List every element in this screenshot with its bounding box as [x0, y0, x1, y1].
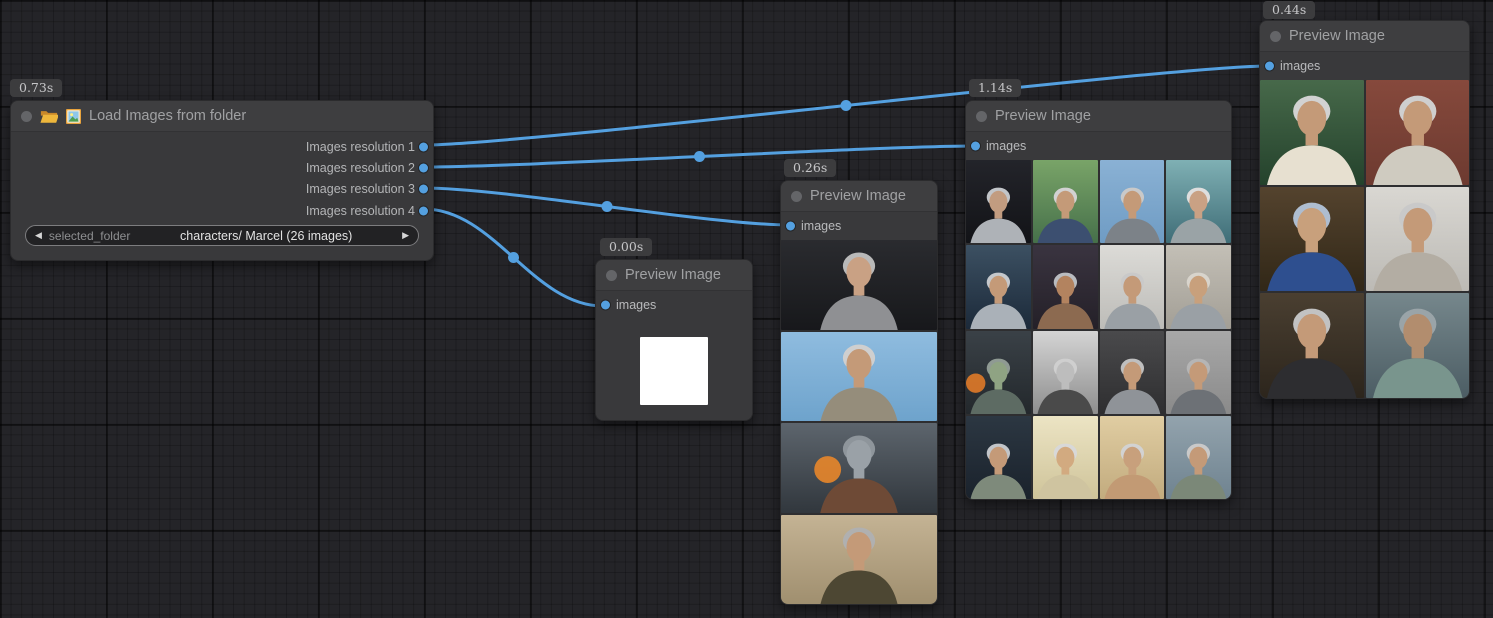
widget-value: characters/ Marcel (26 images) [130, 229, 402, 243]
output-label: Images resolution 3 [306, 182, 415, 196]
node-title-bar[interactable]: Preview Image [966, 101, 1231, 132]
widget-next-arrow[interactable]: ▶ [402, 231, 409, 240]
input-row-images: images [596, 291, 752, 319]
preview-thumbnails [596, 319, 752, 420]
preview-thumbnail [781, 423, 937, 513]
preview-thumbnail [966, 245, 1031, 328]
preview-thumbnail [781, 332, 937, 422]
link-resolution3 [424, 188, 790, 225]
link-resolution2 [424, 146, 975, 167]
preview-thumbnail [781, 240, 937, 330]
preview-thumbnail [966, 331, 1031, 414]
node-title: Preview Image [810, 188, 906, 204]
preview-thumbnail [1260, 187, 1364, 292]
output-row-resolution3: Images resolution 3 [11, 179, 433, 200]
input-socket-images[interactable] [971, 142, 980, 151]
collapse-dot[interactable] [21, 111, 32, 122]
node-preview-image-4[interactable]: Preview Image images [1259, 20, 1470, 399]
preview-thumbnail [966, 416, 1031, 499]
collapse-dot[interactable] [791, 191, 802, 202]
selected-folder-widget[interactable]: ◀ selected_folder characters/ Marcel (26… [25, 225, 419, 246]
node-preview-image-3[interactable]: Preview Image images [965, 100, 1232, 500]
preview-thumbnail [1100, 245, 1165, 328]
preview-thumbnail [966, 160, 1031, 243]
output-slots: Images resolution 1 Images resolution 2 … [11, 132, 433, 221]
preview-thumbnail [1260, 293, 1364, 398]
exec-time-badge: 0.26s [784, 159, 836, 177]
preview-thumbnail [1166, 160, 1231, 243]
input-label: images [986, 139, 1026, 153]
node-title-bar[interactable]: Preview Image [781, 181, 937, 212]
preview-thumbnail [1100, 160, 1165, 243]
output-label: Images resolution 2 [306, 161, 415, 175]
preview-thumbnail [1033, 160, 1098, 243]
preview-thumbnail [1366, 80, 1470, 185]
input-label: images [1280, 59, 1320, 73]
output-row-resolution1: Images resolution 1 [11, 136, 433, 157]
input-label: images [616, 298, 656, 312]
node-graph-canvas[interactable]: Load Images from folder Images resolutio… [0, 0, 1493, 618]
preview-thumbnails [966, 160, 1231, 499]
node-title: Load Images from folder [89, 108, 246, 124]
widget-prev-arrow[interactable]: ◀ [35, 231, 42, 240]
preview-thumbnail [1260, 80, 1364, 185]
output-row-resolution2: Images resolution 2 [11, 157, 433, 178]
collapse-dot[interactable] [1270, 31, 1281, 42]
collapse-dot[interactable] [606, 270, 617, 281]
preview-thumbnail [1366, 293, 1470, 398]
output-row-resolution4: Images resolution 4 [11, 200, 433, 221]
node-title: Preview Image [995, 108, 1091, 124]
input-label: images [801, 219, 841, 233]
output-socket-resolution4[interactable] [419, 206, 428, 215]
input-row-images: images [781, 212, 937, 240]
preview-thumbnail [781, 515, 937, 605]
preview-thumbnail [1033, 245, 1098, 328]
preview-thumbnail [1033, 331, 1098, 414]
node-preview-image-2[interactable]: Preview Image images [780, 180, 938, 605]
node-title: Preview Image [1289, 28, 1385, 44]
link-resolution4 [424, 209, 603, 306]
exec-time-badge: 0.73s [10, 79, 62, 97]
framed-picture-icon [66, 109, 81, 124]
output-socket-resolution3[interactable] [419, 185, 428, 194]
node-preview-image-1[interactable]: Preview Image images [595, 259, 753, 421]
input-socket-images[interactable] [786, 222, 795, 231]
exec-time-badge: 0.00s [600, 238, 652, 256]
output-label: Images resolution 4 [306, 204, 415, 218]
exec-time-badge: 0.44s [1263, 1, 1315, 19]
link-midpoint-dot [508, 252, 519, 263]
output-socket-resolution2[interactable] [419, 163, 428, 172]
link-midpoint-dot [694, 151, 705, 162]
output-socket-resolution1[interactable] [419, 142, 428, 151]
exec-time-badge: 1.14s [969, 79, 1021, 97]
input-socket-images[interactable] [1265, 62, 1274, 71]
node-title-bar[interactable]: Load Images from folder [11, 101, 433, 132]
open-folder-icon [40, 109, 58, 124]
node-title: Preview Image [625, 267, 721, 283]
node-load-images-from-folder[interactable]: Load Images from folder Images resolutio… [10, 100, 434, 261]
preview-thumbnail [1166, 331, 1231, 414]
preview-thumbnail-blank [640, 337, 708, 405]
preview-thumbnails [781, 240, 937, 604]
preview-thumbnail [1366, 187, 1470, 292]
link-midpoint-dot [602, 201, 613, 212]
preview-thumbnails [1260, 80, 1469, 398]
node-title-bar[interactable]: Preview Image [1260, 21, 1469, 52]
output-label: Images resolution 1 [306, 140, 415, 154]
preview-thumbnail [1100, 331, 1165, 414]
widget-name: selected_folder [49, 229, 130, 243]
preview-thumbnail [1166, 416, 1231, 499]
preview-thumbnail [1033, 416, 1098, 499]
collapse-dot[interactable] [976, 111, 987, 122]
input-socket-images[interactable] [601, 301, 610, 310]
input-row-images: images [966, 132, 1231, 160]
node-title-bar[interactable]: Preview Image [596, 260, 752, 291]
link-midpoint-dot [841, 100, 852, 111]
input-row-images: images [1260, 52, 1469, 80]
preview-thumbnail [1100, 416, 1165, 499]
preview-thumbnail [1166, 245, 1231, 328]
